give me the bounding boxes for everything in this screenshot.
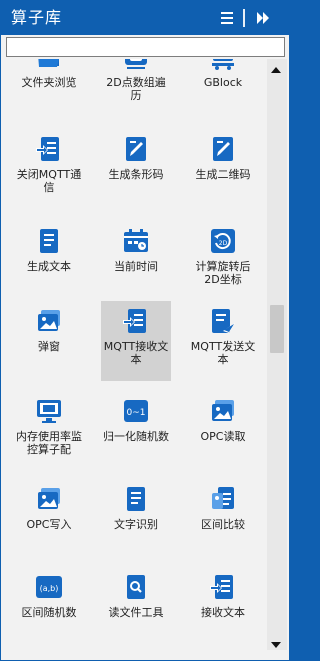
operator-item[interactable]: 内存使用率监控算子配 [14,391,84,471]
image-stack-icon [35,307,63,335]
operator-item[interactable]: (a,b) 区间随机数 [14,567,84,647]
calendar-icon [122,227,150,255]
operator-item-label: 生成条形码 [108,168,164,181]
svg-text:0~1: 0~1 [127,408,146,418]
operator-item[interactable]: OPC读取 [188,391,258,471]
operator-item-label: 关闭MQTT通信 [16,168,82,194]
monitor-icon [35,397,63,425]
operator-item[interactable]: 弹窗 [14,301,84,381]
document-send-icon [209,307,237,335]
search-box[interactable] [6,37,285,59]
collapse-button[interactable] [253,9,273,27]
operator-item-label: MQTT发送文本 [190,340,256,366]
scroll-down-arrow-icon[interactable] [271,642,281,648]
svg-text:(a,b): (a,b) [40,584,59,593]
operator-item[interactable]: 2D点数组遍历 [101,59,171,117]
point-array-icon [122,59,150,71]
operator-item-label: 生成文本 [27,260,71,273]
menu-button[interactable] [217,9,237,27]
range-random-icon: (a,b) [35,573,63,601]
operator-item[interactable]: 接收文本 [188,567,258,647]
operator-item[interactable]: 生成条形码 [101,129,171,209]
operator-item-label: OPC写入 [26,518,72,531]
operator-item-label: 弹窗 [38,340,60,353]
operator-item[interactable]: GBlock [188,59,258,117]
document-text-icon [122,485,150,513]
menu-icon [221,12,233,24]
panel-title: 算子库 [11,8,63,27]
operator-item[interactable]: 文字识别 [101,479,171,559]
gblock-icon [209,59,237,71]
operator-item[interactable]: 当前时间 [101,221,171,301]
operator-item-label: 文字识别 [114,518,158,531]
operator-item[interactable]: 读文件工具 [101,567,171,647]
operator-item-label: 当前时间 [114,260,158,273]
vertical-scrollbar[interactable] [267,59,287,650]
operator-item-label: 计算旋转后2D坐标 [195,260,251,286]
operator-item-label: 内存使用率监控算子配 [16,430,82,456]
operator-item[interactable]: 生成二维码 [188,129,258,209]
image-stack-icon [209,397,237,425]
operator-item-label: GBlock [203,76,243,89]
operator-item-label: 归一化随机数 [103,430,169,443]
operator-item[interactable]: 文件夹浏览 [14,59,84,117]
document-in-icon [209,573,237,601]
scrollbar-thumb[interactable] [270,305,284,353]
operator-item-label: 文件夹浏览 [21,76,77,89]
operator-item-label: MQTT接收文本 [103,340,169,366]
compare-icon [209,485,237,513]
document-edit-icon [209,135,237,163]
operator-item-label: 区间随机数 [21,606,77,619]
document-text-icon [35,227,63,255]
document-in-icon [122,307,150,335]
operator-item[interactable]: OPC写入 [14,479,84,559]
operator-item-label: 读文件工具 [108,606,164,619]
operator-item[interactable]: 生成文本 [14,221,84,301]
operator-item[interactable]: 关闭MQTT通信 [14,129,84,209]
image-stack-icon [35,485,63,513]
folder-icon [35,59,63,71]
operator-library-panel: 算子库 文件夹浏览 2D点数组遍历 GBlock 关闭MQTT通信 生成条形码 生成二维码… [0,0,291,661]
operator-grid: 文件夹浏览 2D点数组遍历 GBlock 关闭MQTT通信 生成条形码 生成二维码生成文本… [4,59,266,650]
operator-item-label: OPC读取 [200,430,246,443]
operator-item[interactable]: MQTT接收文本 [101,301,171,381]
document-in-icon [35,135,63,163]
operator-item-label: 区间比较 [201,518,245,531]
normalize-icon: 0~1 [122,397,150,425]
svg-text:2D: 2D [219,240,228,247]
search-input[interactable] [7,41,284,59]
operator-item-label: 生成二维码 [195,168,251,181]
title-separator [243,9,245,27]
operator-item[interactable]: 2D 计算旋转后2D坐标 [188,221,258,301]
double-chevron-right-icon [257,12,269,24]
operator-item[interactable]: 区间比较 [188,479,258,559]
operator-item-label: 2D点数组遍历 [106,76,166,102]
operator-item-label: 接收文本 [201,606,245,619]
scroll-up-arrow-icon[interactable] [271,67,281,73]
title-bar: 算子库 [1,1,291,35]
document-edit-icon [122,135,150,163]
file-search-icon [122,573,150,601]
operator-item[interactable]: MQTT发送文本 [188,301,258,381]
operator-item[interactable]: 0~1 归一化随机数 [101,391,171,471]
rotate-icon: 2D [209,227,237,255]
